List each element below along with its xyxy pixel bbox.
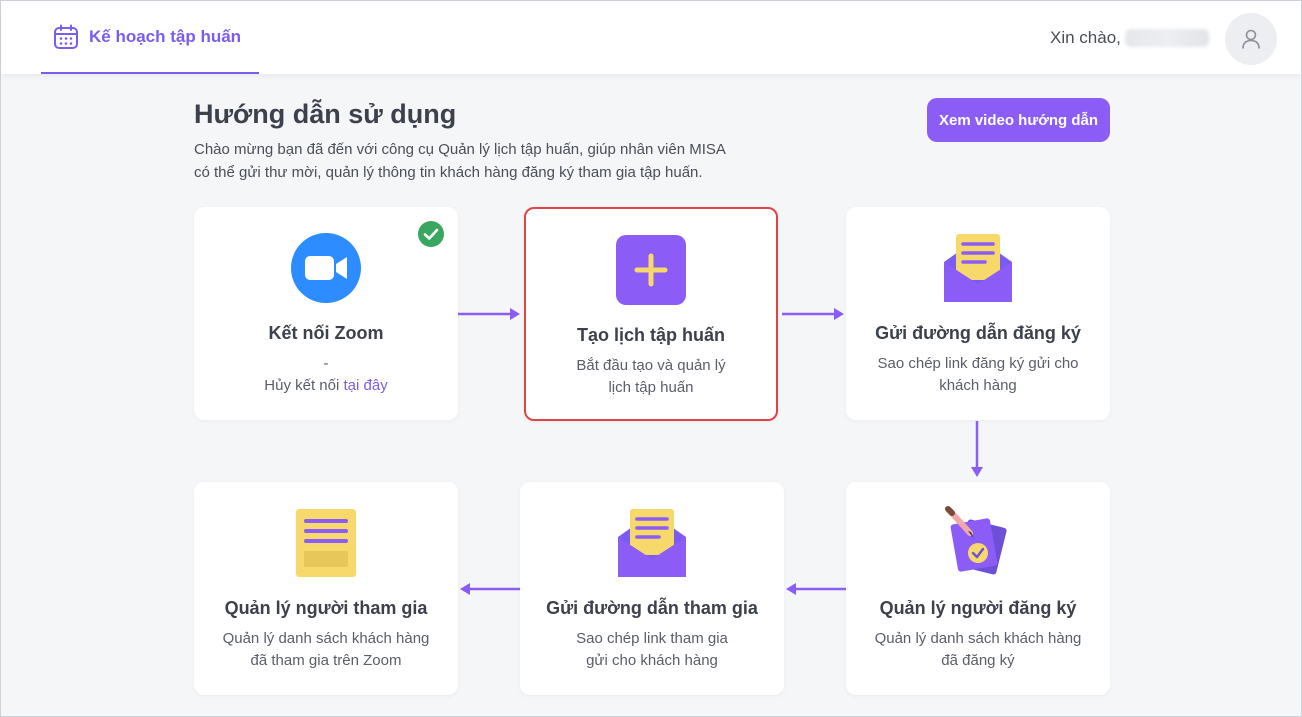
card-description-line: đã đăng ký [941, 652, 1015, 669]
card-title: Kết nối Zoom [268, 323, 384, 343]
card-title: Quản lý người đăng ký [879, 598, 1077, 618]
card-description-line: khách hàng [939, 377, 1017, 394]
card-description-line: gửi cho khách hàng [586, 652, 718, 669]
card-title: Tạo lịch tập huấn [576, 325, 725, 345]
card-title: Gửi đường dẫn tham gia [546, 598, 758, 618]
card-description-line: lịch tập huấn [608, 379, 694, 396]
arrow-right-icon [782, 308, 844, 320]
page-title: Hướng dẫn sử dụng [194, 99, 457, 129]
watch-video-guide-button[interactable]: Xem video hướng dẫn [927, 98, 1110, 142]
card-description-line: Quản lý danh sách khách hàng [222, 630, 430, 647]
blurred-user-name [1125, 29, 1209, 47]
card-description: Bắt đầu tạo và quản lý lịch tập huấn [546, 355, 756, 399]
card-icon-wrap [526, 234, 776, 306]
user-icon [1242, 29, 1260, 49]
dash-text: - [323, 355, 329, 372]
card-description: Quản lý danh sách khách hàng đã đăng ký [866, 628, 1090, 672]
signed-document-icon [945, 506, 1007, 575]
card-connect-zoom[interactable]: Kết nối Zoom - Hủy kết nối tại đây [194, 207, 458, 420]
card-send-join-link[interactable]: Gửi đường dẫn tham gia Sao chép link tha… [520, 482, 784, 695]
unlink-prefix: Hủy kết nối [264, 377, 344, 394]
greeting-text: Xin chào, [1050, 28, 1121, 47]
card-description: Sao chép link tham gia gửi cho khách hàn… [540, 628, 764, 672]
card-icon-wrap [846, 232, 1110, 304]
envelope-icon [944, 234, 1012, 302]
card-send-registration-link[interactable]: Gửi đường dẫn đăng ký Sao chép link đăng… [846, 207, 1110, 420]
arrow-down-icon [971, 421, 983, 477]
card-description-line: đã tham gia trên Zoom [250, 652, 402, 669]
card-icon-wrap [846, 506, 1110, 579]
card-description-line: Sao chép link đăng ký gửi cho [877, 355, 1079, 372]
envelope-icon [618, 509, 686, 577]
card-manage-registrants[interactable]: Quản lý người đăng ký Quản lý danh sách … [846, 482, 1110, 695]
zoom-camera-icon [291, 233, 361, 303]
document-list-icon [296, 509, 356, 577]
card-description: Sao chép link đăng ký gửi cho khách hàng [866, 353, 1090, 397]
arrow-right-icon [458, 308, 520, 320]
card-icon-wrap [520, 507, 784, 579]
card-description-line: Bắt đầu tạo và quản lý [576, 357, 726, 374]
card-description: Quản lý danh sách khách hàng đã tham gia… [214, 628, 438, 672]
arrow-left-icon [460, 583, 520, 595]
nav-tab-training-plan[interactable]: Kế hoạch tập huấn [41, 1, 259, 74]
card-description-line: Sao chép link tham gia [576, 630, 728, 647]
unlink-line: Hủy kết nối tại đây [214, 375, 438, 397]
top-header: Kế hoạch tập huấn Xin chào, [1, 1, 1301, 74]
card-description-line: Quản lý danh sách khách hàng [874, 630, 1082, 647]
nav-tab-label: Kế hoạch tập huấn [89, 26, 242, 46]
unlink-zoom-link[interactable]: tại đây [344, 377, 388, 394]
card-description: - Hủy kết nối tại đây [214, 353, 438, 397]
page-description: Chào mừng bạn đã đến với công cụ Quản lý… [194, 138, 754, 184]
card-title: Gửi đường dẫn đăng ký [875, 323, 1081, 343]
arrow-left-icon [786, 583, 846, 595]
page-description-line: Chào mừng bạn đã đến với công cụ Quản lý… [194, 141, 726, 158]
user-avatar[interactable] [1225, 13, 1277, 65]
page-description-line: có thể gửi thư mời, quản lý thông tin kh… [194, 164, 703, 181]
plus-icon [616, 235, 686, 305]
card-title: Quản lý người tham gia [224, 598, 428, 618]
calendar-icon [54, 24, 78, 49]
card-icon-wrap [194, 507, 458, 579]
card-manage-participants[interactable]: Quản lý người tham gia Quản lý danh sách… [194, 482, 458, 695]
card-icon-wrap [194, 232, 458, 304]
card-create-schedule[interactable]: Tạo lịch tập huấn Bắt đầu tạo và quản lý… [524, 207, 778, 421]
